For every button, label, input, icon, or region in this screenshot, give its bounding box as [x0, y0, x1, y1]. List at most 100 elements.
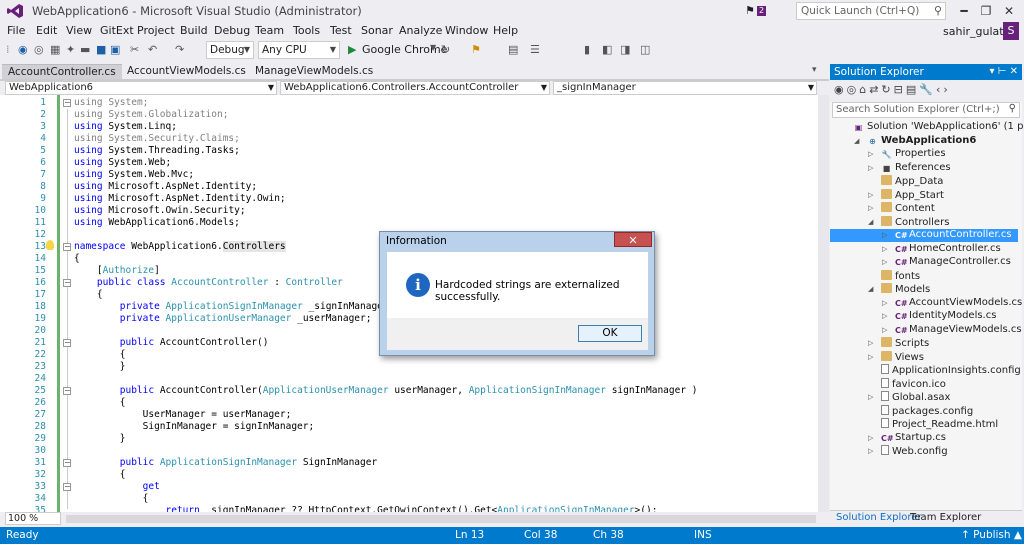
- platform-select[interactable]: Any CPU ▼: [258, 41, 340, 59]
- code-line[interactable]: {: [74, 349, 126, 360]
- bookmark-prev-icon[interactable]: ◧: [602, 43, 612, 56]
- horizontal-scrollbar[interactable]: [66, 515, 816, 523]
- tree-item[interactable]: ▷ App_Start: [830, 188, 1018, 202]
- chevron-down-icon[interactable]: ◢: [868, 218, 873, 226]
- home-icon[interactable]: ⌂: [859, 83, 869, 96]
- menu-debug[interactable]: Debug: [214, 24, 250, 37]
- tab-manage-view-models[interactable]: ManageViewModels.cs: [249, 64, 377, 80]
- code-line[interactable]: [Authorize]: [74, 265, 160, 276]
- tab-account-controller[interactable]: AccountController.cs: [2, 64, 122, 80]
- chevron-right-icon[interactable]: ▷: [868, 353, 873, 361]
- code-line[interactable]: public class AccountController : Control…: [74, 277, 343, 288]
- code-line[interactable]: using System.Linq;: [74, 121, 177, 132]
- new-project-icon[interactable]: ✦: [66, 43, 75, 56]
- chevron-right-icon[interactable]: ▷: [868, 393, 873, 401]
- tree-item[interactable]: ▷ Scripts: [830, 337, 1018, 350]
- fold-toggle-icon[interactable]: −: [63, 483, 71, 491]
- close-button[interactable]: ✕: [996, 2, 1022, 20]
- fold-toggle-icon[interactable]: −: [63, 387, 71, 395]
- user-name[interactable]: sahir_gulati: [943, 25, 1007, 38]
- tree-item[interactable]: packages.config: [830, 404, 1018, 418]
- tree-item[interactable]: ▷ C#AccountViewModels.cs: [830, 297, 1022, 310]
- tree-item[interactable]: ▣ Solution 'WebApplication6' (1 project): [830, 121, 1024, 134]
- chevron-right-icon[interactable]: ▷: [868, 339, 873, 347]
- browser-link-icon[interactable]: ⚑: [471, 43, 481, 56]
- menu-project[interactable]: Project: [137, 24, 175, 37]
- chevron-right-icon[interactable]: ▷: [868, 434, 873, 442]
- undo-icon[interactable]: ↶: [148, 43, 157, 56]
- code-line[interactable]: namespace WebApplication6.Controllers: [74, 241, 286, 252]
- code-line[interactable]: {: [74, 253, 80, 264]
- fold-toggle-icon[interactable]: −: [63, 99, 71, 107]
- tree-item[interactable]: ▷ Content: [830, 202, 1018, 215]
- code-icon[interactable]: ‹›: [936, 83, 951, 96]
- menu-tools[interactable]: Tools: [293, 24, 320, 37]
- collapse-icon[interactable]: ⊟: [894, 83, 906, 96]
- chevron-right-icon[interactable]: ▷: [882, 245, 887, 253]
- avatar[interactable]: S: [1003, 22, 1019, 40]
- zoom-select[interactable]: 100 %: [5, 512, 61, 525]
- fold-toggle-icon[interactable]: −: [63, 243, 71, 251]
- code-line[interactable]: {: [74, 469, 126, 480]
- code-line[interactable]: using System.Web.Mvc;: [74, 169, 194, 180]
- chevron-right-icon[interactable]: ▷: [882, 326, 887, 334]
- menu-edit[interactable]: Edit: [36, 24, 57, 37]
- tree-item[interactable]: ▷ C#HomeController.cs: [830, 243, 1018, 256]
- cut-icon[interactable]: ✂: [130, 43, 139, 56]
- fold-toggle-icon[interactable]: −: [63, 339, 71, 347]
- fold-toggle-icon[interactable]: −: [63, 279, 71, 287]
- code-line[interactable]: using Microsoft.AspNet.Identity;: [74, 181, 257, 192]
- chevron-right-icon[interactable]: ▷: [868, 164, 873, 172]
- solution-config-icon[interactable]: ▦: [50, 43, 60, 56]
- dialog-close-button[interactable]: ✕: [614, 232, 652, 247]
- code-line[interactable]: using WebApplication6.Models;: [74, 217, 240, 228]
- code-line[interactable]: using System.Security.Claims;: [74, 133, 240, 144]
- tree-item[interactable]: App_Data: [830, 175, 1018, 188]
- play-icon[interactable]: ▶: [348, 43, 356, 56]
- fold-toggle-icon[interactable]: −: [63, 459, 71, 467]
- chevron-right-icon[interactable]: ▷: [868, 204, 873, 212]
- tree-item[interactable]: ◢ Controllers: [830, 215, 1018, 229]
- tree-item[interactable]: ▷ C#ManageController.cs: [830, 256, 1018, 269]
- chevron-down-icon[interactable]: ▼: [430, 43, 436, 52]
- code-line[interactable]: using System.Web;: [74, 157, 171, 168]
- save-icon[interactable]: ■: [96, 43, 106, 56]
- code-line[interactable]: private ApplicationUserManager _userMana…: [74, 313, 372, 324]
- chevron-right-icon[interactable]: ▷: [882, 299, 887, 307]
- menu-window[interactable]: Window: [445, 24, 488, 37]
- forward-icon[interactable]: ◎: [847, 83, 860, 96]
- tree-item[interactable]: ▷ C#IdentityModels.cs: [830, 310, 1018, 323]
- code-line[interactable]: public ApplicationSignInManager SignInMa…: [74, 457, 377, 468]
- menu-build[interactable]: Build: [180, 24, 208, 37]
- tree-item[interactable]: ▷ Web.config: [830, 445, 1018, 458]
- tree-item[interactable]: favicon.ico: [830, 377, 1018, 391]
- menu-sonar[interactable]: Sonar: [361, 24, 393, 37]
- code-line[interactable]: return _signInManager ?? HttpContext.Get…: [74, 505, 658, 512]
- ok-button[interactable]: OK: [578, 325, 642, 342]
- refresh-icon[interactable]: ↻: [881, 83, 893, 96]
- forward-icon[interactable]: ◎: [34, 43, 44, 56]
- tree-item[interactable]: ▷ C#ManageViewModels.cs: [830, 324, 1022, 337]
- tab-overflow-icon[interactable]: ▾: [812, 65, 817, 75]
- member-dropdown[interactable]: _signInManager ▼: [553, 81, 817, 95]
- back-icon[interactable]: ◉: [18, 43, 28, 56]
- notification-count[interactable]: 2: [757, 6, 767, 16]
- notification-flag-icon[interactable]: ⚑: [745, 4, 755, 17]
- code-line[interactable]: public AccountController(ApplicationUser…: [74, 385, 698, 396]
- chevron-right-icon[interactable]: ▷: [868, 150, 873, 158]
- menu-team[interactable]: Team: [255, 24, 284, 37]
- tree-item[interactable]: ▷ Views: [830, 350, 1018, 364]
- tab-account-view-models[interactable]: AccountViewModels.cs: [121, 64, 249, 80]
- chevron-right-icon[interactable]: ▷: [868, 447, 873, 455]
- tree-item[interactable]: ◢ Models: [830, 283, 1018, 296]
- project-dropdown[interactable]: WebApplication6 ▼: [5, 81, 277, 95]
- comment-icon[interactable]: ▤: [508, 43, 518, 56]
- code-line[interactable]: public AccountController(): [74, 337, 269, 348]
- code-line[interactable]: {: [74, 397, 126, 408]
- tree-item[interactable]: ▷ C#Startup.cs: [830, 432, 1018, 445]
- sync-icon[interactable]: ⇄: [869, 83, 881, 96]
- code-line[interactable]: using Microsoft.AspNet.Identity.Owin;: [74, 193, 286, 204]
- pin-close-icon[interactable]: ▾ ⊢ ✕: [990, 66, 1018, 77]
- code-line[interactable]: }: [74, 433, 126, 444]
- publish-button[interactable]: ↑ Publish ▲: [961, 529, 1022, 541]
